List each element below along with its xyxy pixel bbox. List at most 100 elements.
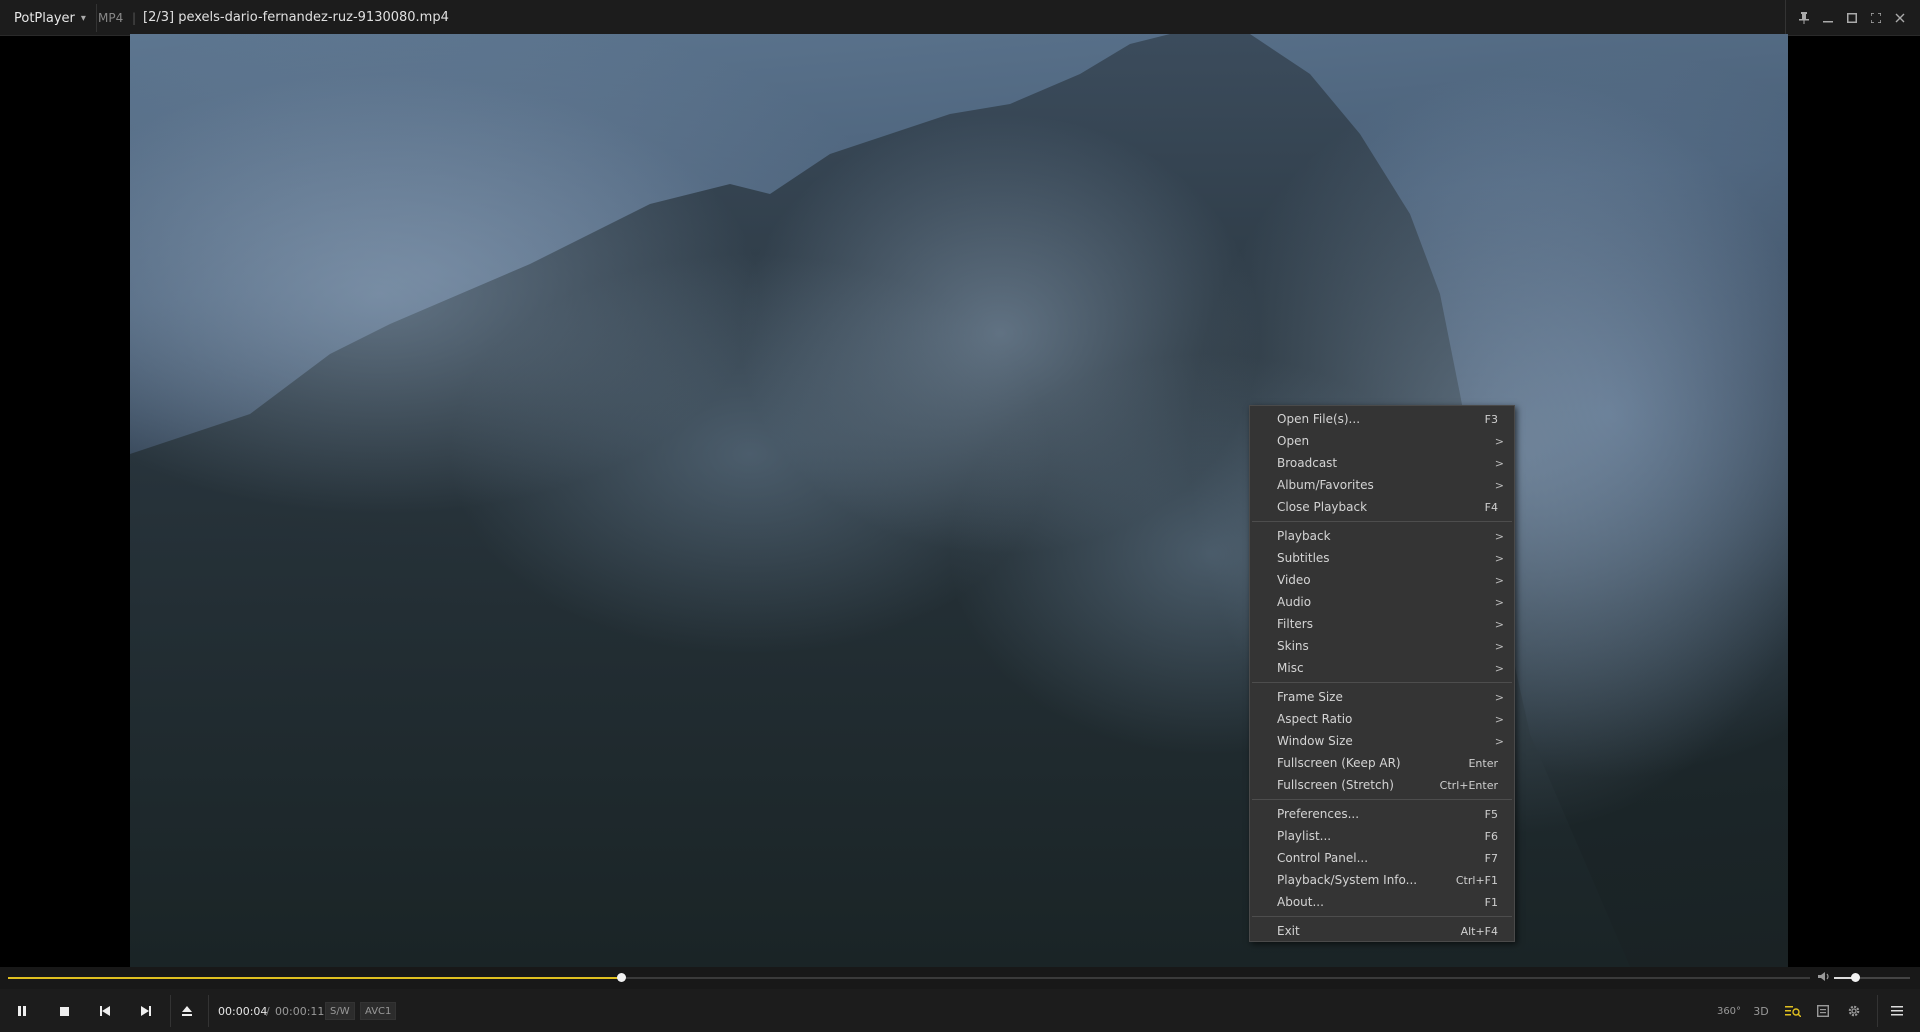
menu-item-label: Playback [1277, 529, 1331, 543]
menu-separator [1252, 682, 1512, 683]
menu-item[interactable]: Playback/System Info... Ctrl+F1 [1250, 869, 1514, 891]
menu-item[interactable]: Frame Size > [1250, 686, 1514, 708]
stop-icon[interactable] [53, 1001, 75, 1021]
menu-item[interactable]: Misc > [1250, 657, 1514, 679]
control-divider [1877, 995, 1878, 1027]
menu-item-label: About... [1277, 895, 1324, 909]
menu-separator [1252, 916, 1512, 917]
close-icon[interactable] [1888, 6, 1912, 30]
time-separator: / [266, 1005, 270, 1018]
control-bar: 00:00:04 / 00:00:11 S/W AVC1 360° 3D [0, 989, 1920, 1032]
video-frame[interactable] [130, 34, 1788, 967]
seek-bar-area [0, 967, 1920, 989]
menu-item[interactable]: Broadcast > [1250, 452, 1514, 474]
menu-item-label: Playback/System Info... [1277, 873, 1418, 887]
menu-item[interactable]: Audio > [1250, 591, 1514, 613]
submenu-arrow-icon: > [1494, 712, 1504, 726]
submenu-arrow-icon: > [1494, 690, 1504, 704]
menu-item[interactable]: Control Panel... F7 [1250, 847, 1514, 869]
submenu-arrow-icon: > [1494, 573, 1504, 587]
gear-icon[interactable] [1843, 1000, 1865, 1022]
menu-item[interactable]: Fullscreen (Keep AR) Enter [1250, 752, 1514, 774]
control-divider [208, 995, 209, 1027]
menu-item-label: Fullscreen (Keep AR) [1277, 756, 1401, 770]
maximize-icon[interactable] [1840, 6, 1864, 30]
menu-item[interactable]: Subtitles > [1250, 547, 1514, 569]
volume-handle[interactable] [1851, 973, 1861, 982]
title-separator: | [132, 11, 137, 25]
app-menu-button[interactable]: PotPlayer ▾ [4, 4, 97, 32]
menu-item-shortcut: F5 [1484, 807, 1498, 821]
menu-item-label: Broadcast [1277, 456, 1338, 470]
pin-icon[interactable] [1792, 6, 1816, 30]
minimize-icon[interactable] [1816, 6, 1840, 30]
menu-item-label: Control Panel... [1277, 851, 1369, 865]
menu-item[interactable]: Playback > [1250, 525, 1514, 547]
menu-item-label: Open [1277, 434, 1310, 448]
menu-item-label: Skins [1277, 639, 1309, 653]
codec-badge[interactable]: AVC1 [360, 1002, 397, 1020]
submenu-arrow-icon: > [1494, 661, 1504, 675]
submenu-arrow-icon: > [1494, 551, 1504, 565]
menu-item[interactable]: Fullscreen (Stretch) Ctrl+Enter [1250, 774, 1514, 796]
menu-item[interactable]: Video > [1250, 569, 1514, 591]
menu-item-shortcut: Ctrl+Enter [1439, 778, 1498, 792]
submenu-arrow-icon: > [1494, 529, 1504, 543]
menu-item[interactable]: Exit Alt+F4 [1250, 920, 1514, 942]
menu-item-label: Misc [1277, 661, 1304, 675]
volume-icon[interactable] [1818, 971, 1831, 985]
menu-item-label: Album/Favorites [1277, 478, 1374, 492]
menu-item[interactable]: Skins > [1250, 635, 1514, 657]
playlist-search-icon[interactable] [1782, 1000, 1804, 1022]
menu-item[interactable]: Preferences... F5 [1250, 803, 1514, 825]
volume-slider[interactable] [1834, 973, 1910, 982]
seek-handle[interactable] [616, 973, 626, 982]
fullscreen-icon[interactable] [1864, 6, 1888, 30]
menu-item[interactable]: Filters > [1250, 613, 1514, 635]
format-label: MP4 [98, 11, 124, 25]
menu-item-shortcut: F6 [1484, 829, 1498, 843]
menu-icon[interactable] [1886, 1000, 1908, 1022]
menu-item[interactable]: Window Size > [1250, 730, 1514, 752]
pause-icon[interactable] [11, 1001, 33, 1021]
menu-item-label: Playlist... [1277, 829, 1332, 843]
window-controls [1785, 0, 1912, 36]
3d-icon[interactable]: 3D [1750, 1000, 1772, 1022]
submenu-arrow-icon: > [1494, 639, 1504, 653]
menu-item-label: Filters [1277, 617, 1313, 631]
submenu-arrow-icon: > [1494, 595, 1504, 609]
menu-item-shortcut: F4 [1484, 500, 1498, 514]
next-icon[interactable] [135, 1001, 157, 1021]
decoder-badge[interactable]: S/W [325, 1002, 355, 1020]
menu-item[interactable]: Close Playback F4 [1250, 496, 1514, 518]
menu-item-shortcut: F3 [1484, 412, 1498, 426]
submenu-arrow-icon: > [1494, 478, 1504, 492]
video-image [130, 34, 1788, 967]
menu-item-shortcut: F1 [1484, 895, 1498, 909]
submenu-arrow-icon: > [1494, 734, 1504, 748]
menu-item[interactable]: Aspect Ratio > [1250, 708, 1514, 730]
seek-progress [8, 977, 621, 979]
submenu-arrow-icon: > [1494, 456, 1504, 470]
submenu-arrow-icon: > [1494, 617, 1504, 631]
menu-item[interactable]: Playlist... F6 [1250, 825, 1514, 847]
seek-bar[interactable] [8, 973, 1810, 982]
context-menu: Open File(s)... F3 Open > Broadcast > Album/Fa… [1249, 405, 1515, 942]
menu-item[interactable]: About... F1 [1250, 891, 1514, 913]
menu-item[interactable]: Album/Favorites > [1250, 474, 1514, 496]
menu-item-label: Open File(s)... [1277, 412, 1361, 426]
menu-item-label: Preferences... [1277, 807, 1360, 821]
chapters-icon[interactable] [1812, 1000, 1834, 1022]
menu-separator [1252, 799, 1512, 800]
current-time: 00:00:04 [218, 1005, 268, 1018]
menu-item-label: Close Playback [1277, 500, 1368, 514]
eject-icon[interactable] [176, 1001, 198, 1021]
control-divider [170, 995, 171, 1027]
previous-icon[interactable] [94, 1001, 116, 1021]
menu-item-label: Window Size [1277, 734, 1353, 748]
menu-item[interactable]: Open > [1250, 430, 1514, 452]
menu-item[interactable]: Open File(s)... F3 [1250, 408, 1514, 430]
menu-item-shortcut: Alt+F4 [1460, 924, 1498, 938]
menu-item-shortcut: Ctrl+F1 [1455, 873, 1498, 887]
vr-360-icon[interactable]: 360° [1717, 1000, 1741, 1022]
